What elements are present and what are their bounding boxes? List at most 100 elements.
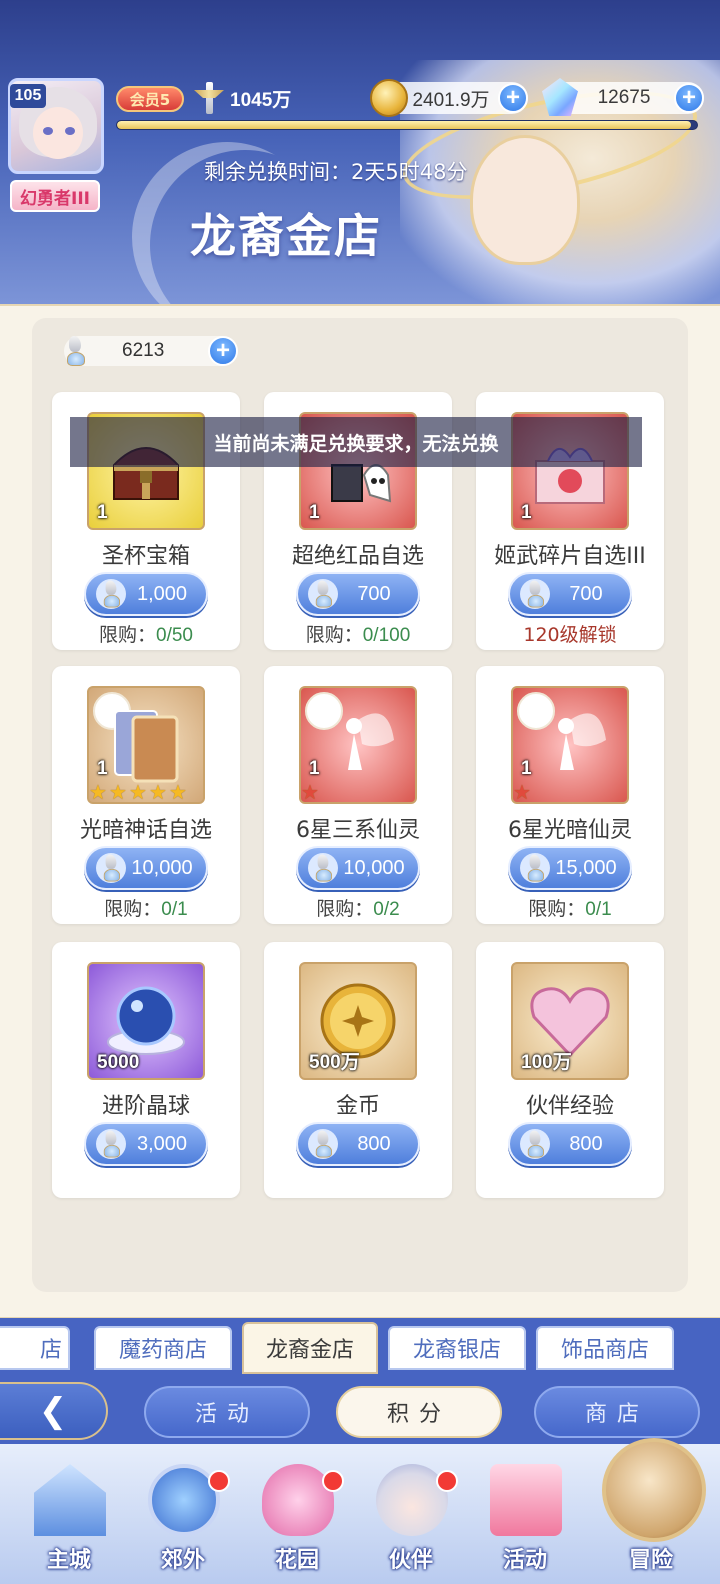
item-thumbnail: ★ 1: [511, 686, 629, 804]
purchase-limit-value: 0/2: [373, 899, 400, 920]
page-title: 龙裔金店: [190, 209, 382, 263]
nav-shop-button[interactable]: 商店: [534, 1386, 700, 1438]
item-price: 700: [357, 582, 391, 605]
item-quantity: 100万: [521, 1052, 572, 1073]
buy-button[interactable]: 800: [508, 1122, 632, 1166]
tab-potion-shop[interactable]: 魔药商店: [94, 1326, 232, 1370]
purchase-limit-value: 0/50: [156, 625, 193, 646]
shop-item-card[interactable]: 100万 伙伴经验 800: [476, 942, 664, 1198]
sword-icon: [192, 80, 226, 116]
price-coin: [96, 853, 126, 883]
item-name: 进阶晶球: [101, 1094, 190, 1119]
shop-tab-bar: 店 魔药商店 龙裔金店 龙裔银店 饰品商店: [0, 1318, 720, 1374]
item-quantity: 1: [309, 758, 320, 779]
item-quantity: 500万: [309, 1052, 360, 1073]
purchase-limit-value: 0/1: [161, 899, 188, 920]
bottom-nav-partner[interactable]: 伙伴: [356, 1458, 466, 1582]
exp-bar-fill: [117, 121, 692, 129]
purchase-limit-label: 限购：: [316, 898, 374, 920]
dragon-currency-icon: [101, 854, 121, 882]
buy-button[interactable]: 800: [296, 1122, 420, 1166]
avatar-face: [33, 107, 83, 159]
purchase-limit-label: 限购：: [528, 898, 586, 920]
notification-dot: [208, 1470, 230, 1492]
tab-prev-shop[interactable]: 店: [0, 1326, 70, 1370]
item-price: 3,000: [136, 1132, 188, 1155]
bottom-nav-label: 冒险: [628, 1548, 673, 1573]
purchase-limit: 限购：0/2: [264, 894, 452, 921]
buy-button[interactable]: 700: [508, 572, 632, 616]
item-quantity: 1: [97, 758, 108, 779]
add-gem-button[interactable]: +: [674, 83, 704, 113]
dragon-currency-icon: [525, 1130, 545, 1158]
shop-item-card[interactable]: ★ ★ ★ ★ ★ 1 光暗神话自选 10,000 限购：0/1: [52, 666, 240, 924]
shop-item-card[interactable]: 5000 进阶晶球 3,000: [52, 942, 240, 1198]
dragon-currency: 6213 +: [64, 336, 238, 366]
bottom-nav-garden[interactable]: 花园: [242, 1458, 352, 1582]
tab-dragon-silver-shop[interactable]: 龙裔银店: [388, 1326, 526, 1370]
tab-dragon-gold-shop[interactable]: 龙裔金店: [242, 1322, 378, 1374]
avatar-eye: [65, 127, 75, 135]
item-quantity: 1: [521, 502, 532, 523]
item-name: 光暗神话自选: [79, 818, 212, 843]
buy-button[interactable]: 3,000: [84, 1122, 208, 1166]
buy-button[interactable]: 15,000: [508, 846, 632, 890]
notification-dot: [436, 1470, 458, 1492]
item-name: 圣杯宝箱: [101, 544, 190, 569]
card-pack-icon: [114, 710, 179, 783]
price-coin: [520, 1129, 550, 1159]
add-gold-button[interactable]: +: [498, 83, 528, 113]
purchase-limit-value: 0/100: [362, 625, 411, 646]
nav-points-button[interactable]: 积分: [336, 1386, 502, 1438]
purchase-limit: 限购：0/1: [476, 894, 664, 921]
price-coin: [520, 579, 550, 609]
star-rating: ★: [301, 782, 321, 802]
item-name: 伙伴经验: [525, 1094, 614, 1119]
category-nav: ❮ 活动 积分 商店: [0, 1374, 720, 1444]
shop-item-card[interactable]: ★ 1 6星三系仙灵 10,000 限购：0/2: [264, 666, 452, 924]
vip-badge[interactable]: 会员5: [116, 86, 184, 112]
player-level-badge: 105: [10, 84, 46, 108]
item-price: 700: [569, 582, 603, 605]
gold-resource: 2401.9万 +: [370, 79, 528, 117]
star-icon: ★: [89, 780, 107, 804]
price-coin: [308, 579, 338, 609]
item-thumbnail: 100万: [511, 962, 629, 1080]
star-icon: ★: [169, 780, 187, 804]
bottom-nav-adventure[interactable]: 冒险: [596, 1458, 706, 1582]
item-price: 800: [357, 1132, 391, 1155]
star-icon: ★: [513, 780, 531, 804]
bottom-nav-activity[interactable]: 活动: [470, 1458, 580, 1582]
bottom-nav-label: 郊外: [160, 1548, 205, 1573]
item-name: 金币: [335, 1094, 380, 1119]
nav-activity-button[interactable]: 活动: [144, 1386, 310, 1438]
purchase-limit-value: 0/1: [585, 899, 612, 920]
item-price: 800: [569, 1132, 603, 1155]
gift-icon: [490, 1464, 562, 1536]
bottom-nav-label: 主城: [46, 1548, 91, 1573]
buy-button[interactable]: 700: [296, 572, 420, 616]
buy-button[interactable]: 10,000: [84, 846, 208, 890]
item-price: 15,000: [555, 856, 617, 879]
dragon-currency-icon: [313, 1130, 333, 1158]
player-title-badge[interactable]: 幻勇者III: [10, 180, 100, 212]
shop-item-card[interactable]: ★ 1 6星光暗仙灵 15,000 限购：0/1: [476, 666, 664, 924]
bottom-nav-outskirts[interactable]: 郊外: [128, 1458, 238, 1582]
add-dragon-currency-button[interactable]: +: [208, 336, 238, 366]
shop-header: 105 幻勇者III 会员5 1045万 2401.9万 + 12675 + 剩…: [0, 0, 720, 306]
dragon-currency-icon: [101, 1130, 121, 1158]
dragon-currency-icon: [101, 580, 121, 608]
buy-button[interactable]: 10,000: [296, 846, 420, 890]
item-quantity: 1: [97, 502, 108, 523]
dragon-currency-icon: [313, 580, 333, 608]
back-button[interactable]: ❮: [0, 1382, 108, 1440]
item-quantity: 1: [521, 758, 532, 779]
tab-accessory-shop[interactable]: 饰品商店: [536, 1326, 674, 1370]
item-price: 10,000: [131, 856, 193, 879]
bottom-nav-main-city[interactable]: 主城: [14, 1458, 124, 1582]
purchase-limit-label: 限购：: [305, 624, 363, 646]
item-thumbnail: ★ ★ ★ ★ ★ 1: [87, 686, 205, 804]
combat-power: 1045万: [192, 80, 291, 116]
buy-button[interactable]: 1,000: [84, 572, 208, 616]
shop-item-card[interactable]: 500万 金币 800: [264, 942, 452, 1198]
